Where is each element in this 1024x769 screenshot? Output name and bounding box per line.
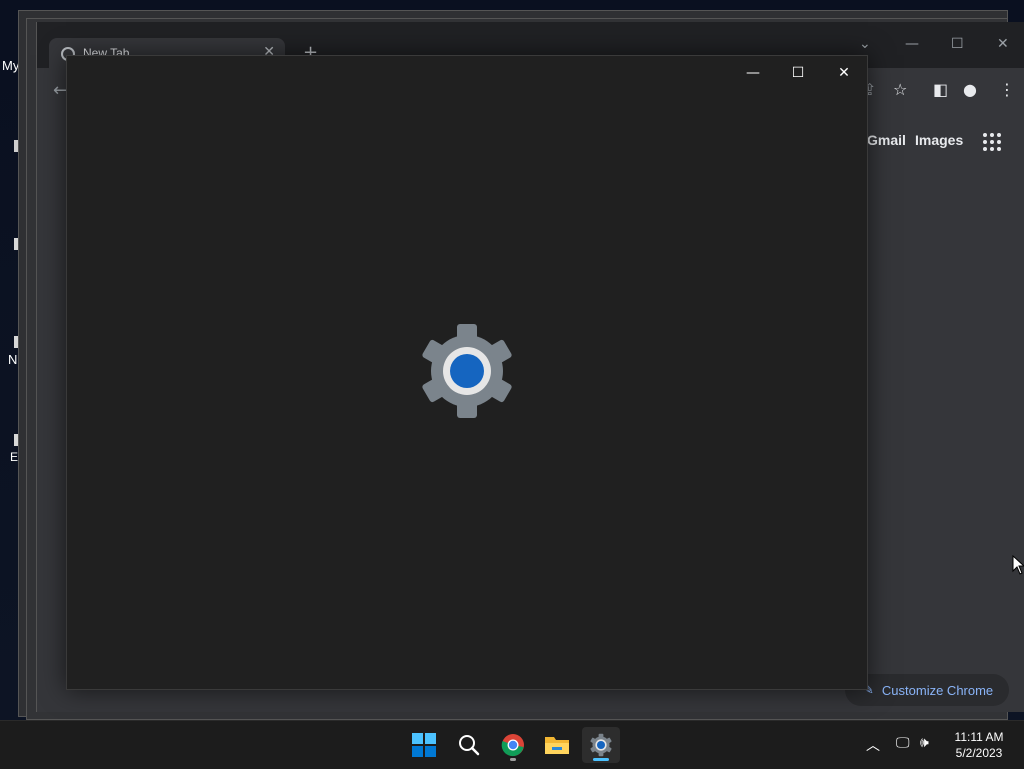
taskbar-settings-button[interactable] [582, 727, 620, 763]
active-indicator [593, 758, 609, 761]
folder-icon [545, 737, 569, 754]
mouse-cursor-icon [1012, 554, 1024, 579]
profile-avatar-icon[interactable]: ● [963, 80, 977, 99]
side-panel-icon[interactable]: ◧ [933, 80, 948, 99]
close-icon[interactable]: ✕ [997, 36, 1009, 52]
taskbar-chrome-button[interactable] [494, 727, 532, 763]
maximize-icon[interactable]: ☐ [951, 36, 964, 52]
settings-gear-icon [417, 324, 517, 420]
chrome-icon [501, 734, 524, 757]
more-menu-icon[interactable]: ⋮ [999, 80, 1015, 99]
customize-chrome-label: Customize Chrome [881, 682, 994, 698]
gmail-link[interactable]: Gmail [867, 132, 906, 148]
show-hidden-icons-chevron-icon[interactable]: ︿ [866, 735, 880, 755]
desktop-icon-label[interactable]: My [2, 58, 19, 73]
taskbar-file-explorer-button[interactable] [538, 727, 576, 763]
taskbar-start-button[interactable] [405, 727, 443, 763]
google-apps-icon[interactable] [983, 133, 1001, 151]
settings-window[interactable]: — ☐ ✕ [66, 55, 868, 690]
network-icon[interactable]: 🖵 [896, 735, 910, 751]
clock-time: 11:11 AM [954, 730, 1004, 744]
volume-icon[interactable]: 🕪 [920, 735, 929, 751]
desktop-icon-label[interactable]: N [8, 352, 17, 367]
close-icon[interactable]: ✕ [828, 62, 860, 84]
tab-search-chevron-icon[interactable]: ⌄ [859, 36, 871, 52]
images-link[interactable]: Images [915, 132, 963, 148]
customize-chrome-button[interactable]: ✎ Customize Chrome [845, 674, 1009, 706]
taskbar-clock[interactable]: 11:11 AM 5/2/2023 [944, 729, 1014, 761]
maximize-icon[interactable]: ☐ [782, 62, 814, 84]
bookmark-star-icon[interactable]: ☆ [893, 80, 907, 99]
running-indicator [510, 758, 516, 761]
taskbar: ︿ 🖵 🕪 11:11 AM 5/2/2023 [0, 720, 1024, 769]
search-icon [459, 735, 480, 756]
desktop-icon-label[interactable]: E [10, 450, 18, 464]
minimize-icon[interactable]: — [737, 62, 769, 84]
windows-start-icon [412, 733, 436, 757]
clock-date: 5/2/2023 [955, 746, 1003, 760]
taskbar-search-button[interactable] [450, 727, 488, 763]
settings-gear-icon [590, 733, 612, 757]
minimize-icon[interactable]: — [905, 36, 919, 52]
